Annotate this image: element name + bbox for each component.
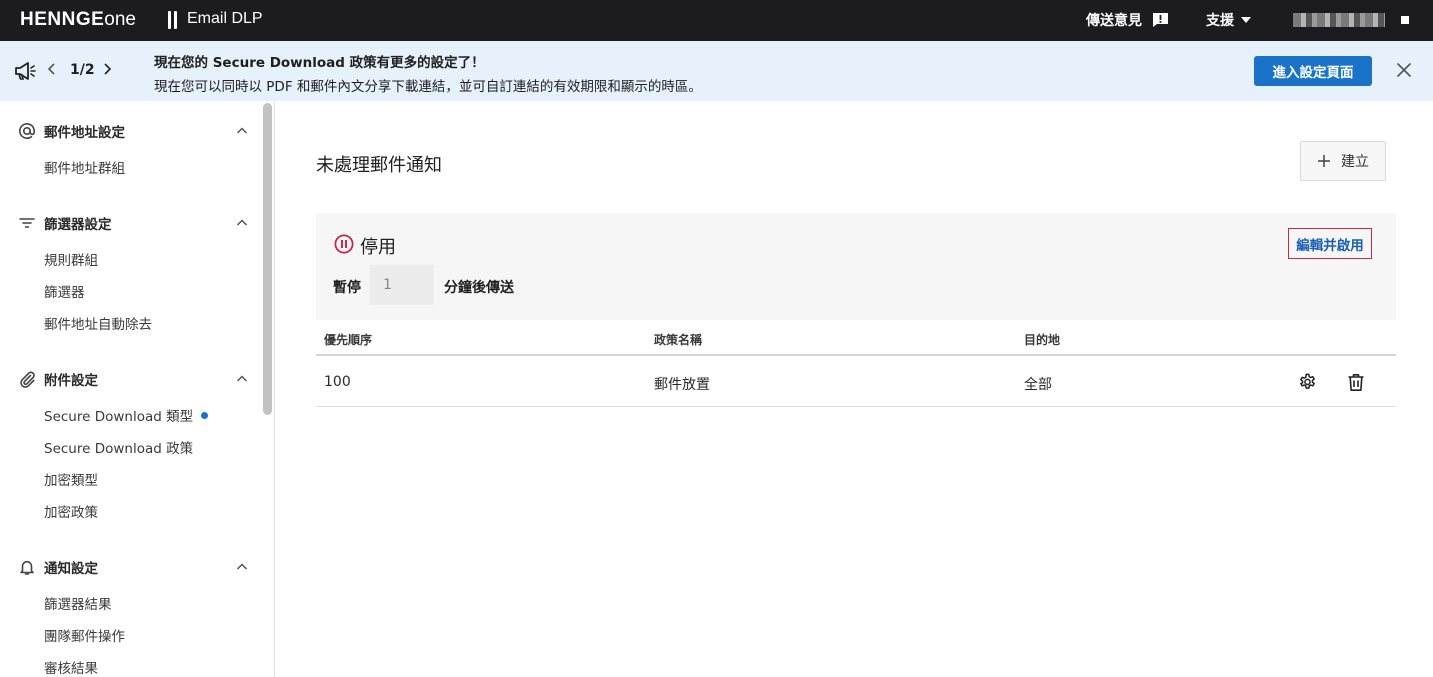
chevron-up-icon[interactable]	[236, 561, 248, 573]
sidebar-item-auto-remove[interactable]: 郵件地址自動除去	[44, 313, 152, 333]
notification-status-panel	[316, 213, 1396, 320]
table-header-priority[interactable]: 優先順序	[324, 331, 372, 348]
megaphone-icon	[15, 62, 36, 80]
banner-title: 現在您的 Secure Download 政策有更多的設定了！	[154, 55, 485, 71]
trash-icon[interactable]	[1347, 373, 1365, 392]
chevron-up-icon[interactable]	[236, 217, 248, 229]
sidebar-item-secure-download-policy[interactable]: Secure Download 政策	[44, 437, 193, 457]
sidebar-section-title: 附件設定	[44, 373, 98, 389]
sidebar-item-secure-download-types[interactable]: Secure Download 類型	[44, 405, 209, 425]
banner-pager: 1/2	[70, 62, 95, 78]
sidebar-scrollbar-thumb[interactable]	[263, 103, 272, 415]
create-button[interactable]: 建立	[1300, 141, 1386, 181]
filter-icon	[18, 214, 36, 232]
support-menu[interactable]: 支援	[1206, 10, 1252, 30]
chevron-right-icon	[104, 63, 112, 75]
user-account-redacted[interactable]	[1293, 13, 1385, 27]
cell-priority: 100	[324, 374, 351, 390]
feedback-icon	[1153, 13, 1168, 27]
product-name: Email DLP	[187, 10, 263, 27]
status-text: 停用	[360, 237, 396, 258]
table-header-policy-name[interactable]: 政策名稱	[654, 331, 702, 348]
sidebar-section-filter[interactable]: 篩選器設定	[18, 213, 112, 233]
top-bar: HENNGEone Email DLP 傳送意見 支援	[0, 0, 1433, 41]
sidebar-section-notification[interactable]: 通知設定	[18, 557, 98, 577]
support-label: 支援	[1206, 13, 1234, 29]
product-mark-icon	[168, 11, 178, 29]
at-icon	[18, 122, 36, 140]
sidebar: 郵件地址設定 郵件地址群組 篩選器設定 規則群組 篩選器 郵件地址自動除去 附件…	[0, 101, 261, 677]
pause-minutes-input[interactable]	[370, 265, 434, 305]
logo-suffix-text: one	[104, 9, 136, 30]
sidebar-item-encryption-types[interactable]: 加密類型	[44, 469, 98, 489]
sidebar-section-title: 通知設定	[44, 561, 98, 577]
cell-policy-name: 郵件放置	[654, 377, 710, 393]
table-header-divider	[316, 354, 1396, 356]
banner-body: 現在您可以同時以 PDF 和郵件內文分享下載連結，並可自訂連結的有效期限和顯示的…	[154, 79, 702, 95]
sidebar-section-title: 郵件地址設定	[44, 125, 125, 141]
sidebar-section-email-address[interactable]: 郵件地址設定	[18, 121, 125, 141]
edit-and-enable-link[interactable]: 編輯并啟用	[1288, 228, 1372, 259]
pause-label: 暫停	[333, 280, 361, 296]
cell-destination: 全部	[1024, 377, 1052, 393]
pause-suffix: 分鐘後傳送	[444, 280, 514, 296]
sidebar-section-title: 篩選器設定	[44, 217, 112, 233]
feedback-label: 傳送意見	[1086, 13, 1142, 29]
henngeone-logo[interactable]: HENNGEone	[20, 9, 136, 31]
close-icon[interactable]	[1396, 62, 1412, 78]
sidebar-item-rule-groups[interactable]: 規則群組	[44, 249, 98, 269]
bell-icon	[18, 558, 36, 576]
sidebar-item-encryption-policy[interactable]: 加密政策	[44, 501, 98, 521]
pause-circle-icon	[334, 234, 354, 254]
sidebar-section-attachment[interactable]: 附件設定	[18, 369, 98, 389]
sidebar-item-filters[interactable]: 篩選器	[44, 281, 85, 301]
sidebar-item-filter-results[interactable]: 篩選器結果	[44, 593, 112, 613]
table-header-destination[interactable]: 目的地	[1024, 331, 1060, 348]
user-menu-icon[interactable]	[1401, 16, 1409, 24]
sidebar-item-team-mail-ops[interactable]: 團隊郵件操作	[44, 625, 125, 645]
feedback-button[interactable]: 傳送意見	[1086, 10, 1169, 30]
sidebar-item-address-groups[interactable]: 郵件地址群組	[44, 157, 125, 177]
banner-prev-button[interactable]	[47, 61, 56, 79]
go-to-settings-button[interactable]: 進入設定頁面	[1254, 56, 1372, 86]
chevron-left-icon	[47, 63, 55, 75]
create-button-label: 建立	[1341, 154, 1369, 170]
banner-next-button[interactable]	[103, 61, 112, 79]
gear-icon[interactable]	[1298, 373, 1317, 392]
paperclip-icon	[18, 370, 36, 388]
table-row-divider	[316, 406, 1396, 407]
caret-down-icon	[1241, 17, 1251, 23]
new-indicator-dot	[201, 412, 209, 419]
logo-text: HENNGE	[20, 9, 105, 30]
plus-icon	[1318, 155, 1330, 167]
announcement-banner: 1/2 現在您的 Secure Download 政策有更多的設定了！ 現在您可…	[0, 41, 1433, 101]
chevron-up-icon[interactable]	[236, 125, 248, 137]
page-title: 未處理郵件通知	[316, 155, 442, 176]
chevron-up-icon[interactable]	[236, 373, 248, 385]
sidebar-item-review-results[interactable]: 審核結果	[44, 657, 98, 677]
sidebar-item-label: Secure Download 類型	[44, 409, 194, 425]
